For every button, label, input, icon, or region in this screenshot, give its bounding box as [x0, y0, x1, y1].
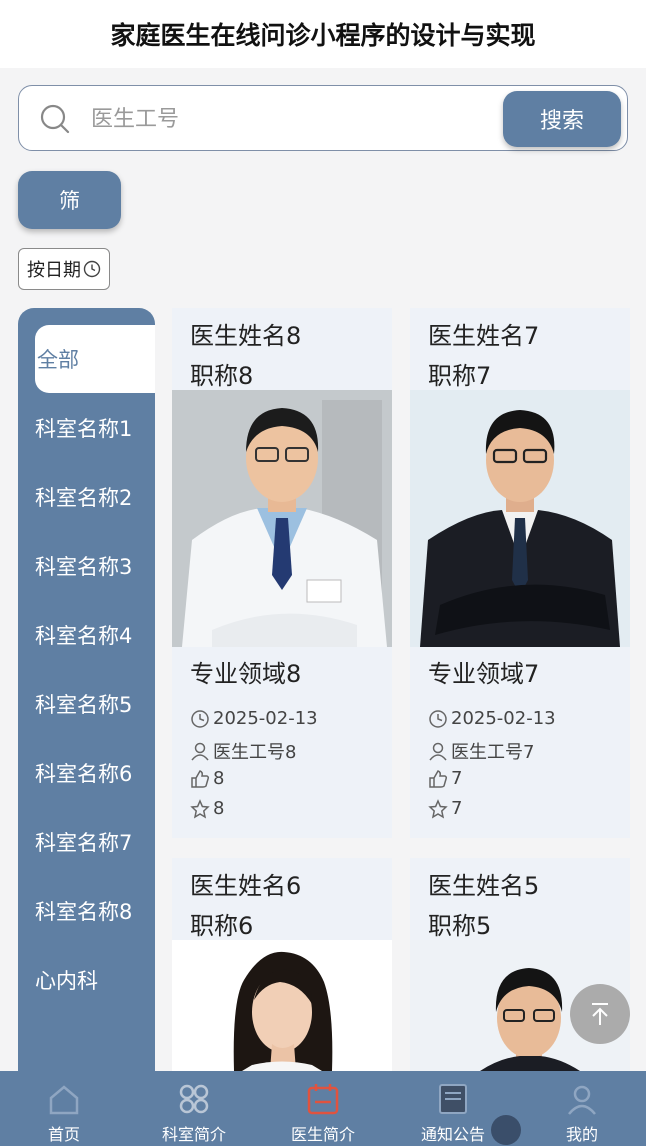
notice-icon: [439, 1084, 467, 1114]
doctor-photo: [410, 390, 630, 647]
sidebar-item-dept7[interactable]: 科室名称7: [18, 808, 155, 876]
arrow-up-icon: [592, 1003, 608, 1025]
doctor-photo: [172, 390, 392, 647]
date-row: 2025-02-13: [190, 708, 318, 729]
doctor-id-text: 医生工号8: [213, 742, 297, 763]
sidebar-item-dept4[interactable]: 科室名称4: [18, 601, 155, 669]
tab-label: 通知公告: [420, 1125, 485, 1144]
doctor-photo: [172, 940, 392, 1071]
search-button[interactable]: 搜索: [503, 91, 621, 147]
user-icon: [429, 742, 447, 761]
doctor-calendar-icon: [307, 1084, 339, 1115]
sidebar-item-all[interactable]: 全部: [35, 325, 155, 393]
notice-dot: [491, 1115, 521, 1145]
likes-row: 8: [190, 768, 224, 789]
doctor-id-text: 医生工号7: [451, 742, 535, 763]
back-to-top-button[interactable]: [570, 984, 630, 1044]
doctor-card[interactable]: 医生姓名6 职称6: [172, 858, 392, 1071]
doctor-name: 医生姓名7: [428, 322, 540, 350]
thumbs-up-icon: [429, 769, 448, 788]
clock-icon: [191, 709, 209, 728]
date-row: 2025-02-13: [428, 708, 556, 729]
sidebar-item-dept8[interactable]: 科室名称8: [18, 877, 155, 945]
user-icon: [191, 742, 209, 761]
sidebar-item-dept3[interactable]: 科室名称3: [18, 532, 155, 600]
likes-count: 7: [451, 768, 463, 789]
sidebar-item-dept2[interactable]: 科室名称2: [18, 463, 155, 531]
doctor-name: 医生姓名6: [190, 872, 302, 900]
doctor-id-row: 医生工号8: [190, 738, 296, 764]
page-title: 家庭医生在线问诊小程序的设计与实现: [0, 0, 646, 68]
doctor-name: 医生姓名8: [190, 322, 302, 350]
doctor-title: 职称8: [190, 362, 254, 390]
tab-label: 首页: [47, 1125, 80, 1144]
sort-by-date-label: 按日期: [27, 260, 81, 281]
sort-by-date-button[interactable]: 按日期: [18, 248, 110, 290]
doctor-card[interactable]: 医生姓名8 职称8 专业领域8 2025-02-13 医生工号8 8 8: [172, 308, 392, 838]
date-text: 2025-02-13: [451, 708, 556, 729]
clock-icon: [83, 260, 101, 278]
search-icon: [40, 104, 70, 134]
tab-label: 医生简介: [290, 1125, 355, 1144]
favorites-row: 7: [428, 798, 462, 819]
star-icon: [428, 798, 448, 819]
favorites-count: 7: [451, 798, 463, 819]
likes-row: 7: [428, 768, 462, 789]
tab-label: 我的: [565, 1125, 598, 1144]
tab-label: 科室简介: [161, 1125, 226, 1144]
doctor-field: 专业领域7: [428, 660, 540, 688]
favorites-row: 8: [190, 798, 224, 819]
filter-button[interactable]: 筛: [18, 171, 121, 229]
star-icon: [190, 798, 210, 819]
tab-doctor[interactable]: 医生简介: [273, 1071, 373, 1146]
tab-department[interactable]: 科室简介: [144, 1071, 244, 1146]
search-input[interactable]: [89, 96, 513, 142]
favorites-count: 8: [213, 798, 225, 819]
department-icon: [179, 1084, 209, 1114]
doctor-name: 医生姓名5: [428, 872, 540, 900]
doctor-title: 职称6: [190, 912, 254, 940]
home-icon: [49, 1085, 79, 1115]
tab-profile[interactable]: 我的: [532, 1071, 632, 1146]
doctor-field: 专业领域8: [190, 660, 302, 688]
search-bar: 搜索: [18, 85, 628, 151]
doctor-id-row: 医生工号7: [428, 738, 534, 764]
doctor-title: 职称7: [428, 362, 492, 390]
doctor-title: 职称5: [428, 912, 492, 940]
sidebar-item-dept5[interactable]: 科室名称5: [18, 670, 155, 738]
date-text: 2025-02-13: [213, 708, 318, 729]
sidebar-item-dept6[interactable]: 科室名称6: [18, 739, 155, 807]
likes-count: 8: [213, 768, 225, 789]
tab-home[interactable]: 首页: [14, 1071, 114, 1146]
tab-notice[interactable]: 通知公告: [403, 1071, 521, 1146]
department-sidebar: 全部 科室名称1 科室名称2 科室名称3 科室名称4 科室名称5 科室名称6 科…: [18, 308, 155, 1078]
doctor-card[interactable]: 医生姓名7 职称7 专业领域7 2025-02-13 医生工号7 7 7: [410, 308, 630, 838]
thumbs-up-icon: [191, 769, 210, 788]
sidebar-item-dept1[interactable]: 科室名称1: [18, 394, 155, 462]
sidebar-item-cardiology[interactable]: 心内科: [18, 946, 155, 1014]
profile-icon: [568, 1085, 596, 1115]
bottom-tab-bar: 首页 科室简介 医生简介 通知公告 我的: [0, 1071, 646, 1146]
clock-icon: [429, 709, 447, 728]
